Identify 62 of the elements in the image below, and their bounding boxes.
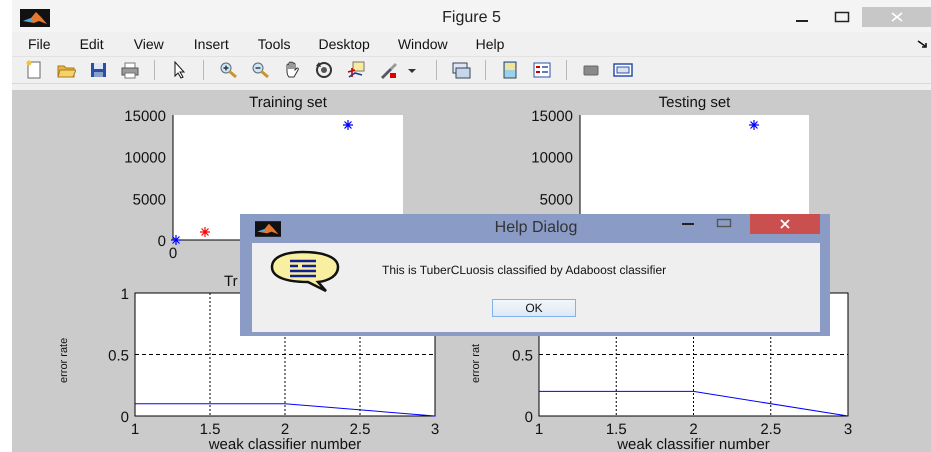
axis-label: error rat <box>470 344 482 383</box>
tick-label: 0 <box>158 233 166 250</box>
tick-label: 0 <box>120 409 129 426</box>
tick-label: 10000 <box>124 150 166 167</box>
plot-title: Training set <box>249 94 327 111</box>
minimize-icon <box>796 20 808 22</box>
dialog-title: Help Dialog <box>494 219 578 237</box>
tick-label: 2.5 <box>350 421 370 438</box>
menu-item[interactable]: Insert <box>178 34 244 54</box>
close-icon <box>778 218 792 230</box>
menu-item[interactable]: Tools <box>244 34 304 54</box>
dock-arrow-icon[interactable] <box>917 39 929 49</box>
tick-label: 0 <box>168 245 178 262</box>
legend-icon[interactable] <box>532 60 552 80</box>
maximize-icon <box>716 218 732 230</box>
tick-label: 2 <box>689 421 698 438</box>
matlab-logo-icon <box>255 220 281 236</box>
menu-item[interactable]: Window <box>384 34 462 54</box>
tick-label: 2 <box>280 421 290 438</box>
rotate-icon[interactable] <box>314 60 334 80</box>
data-cursor-icon[interactable] <box>346 60 366 80</box>
tick-label: 1.5 <box>606 421 627 438</box>
tick-label: 2.5 <box>760 421 782 438</box>
tick-label: 1 <box>120 286 129 303</box>
save-icon[interactable] <box>88 60 108 80</box>
axis-label: weak classifier number <box>617 436 770 452</box>
plot-title: Tr <box>224 273 238 290</box>
tick-label: 0.5 <box>512 348 533 364</box>
tick-label: 1.5 <box>200 421 220 438</box>
tick-label: 15000 <box>531 108 573 125</box>
close-icon <box>890 10 904 24</box>
matlab-logo-icon <box>20 9 50 27</box>
scatter-markers-drawing <box>748 119 760 131</box>
tick-label: 0.5 <box>108 348 129 364</box>
minimize-icon <box>682 223 694 225</box>
plot-title: Testing set <box>658 94 730 111</box>
menu-item[interactable]: View <box>118 34 179 54</box>
menu-item[interactable]: Edit <box>64 34 119 54</box>
close-button[interactable] <box>750 214 820 234</box>
tick-label: 1 <box>130 421 140 438</box>
zoom-in-icon[interactable] <box>218 60 238 80</box>
tick-label: 5000 <box>132 191 166 208</box>
tick-label: 5000 <box>540 191 573 208</box>
menu-item[interactable]: Help <box>462 34 518 54</box>
window-title: Figure 5 <box>442 9 501 27</box>
menu-item[interactable]: Desktop <box>304 34 384 54</box>
maximize-icon <box>834 10 850 24</box>
tick-label: 3 <box>430 421 440 438</box>
zoom-out-icon[interactable] <box>250 60 270 80</box>
menu-item[interactable]: File <box>14 34 65 54</box>
dialog-message: This is TuberCLuosis classified by Adaboost classifier <box>382 263 666 277</box>
tick-label: 0 <box>524 409 533 426</box>
help-bubble-icon <box>268 249 342 293</box>
tick-label: 1 <box>534 421 544 438</box>
print-icon[interactable] <box>120 60 140 80</box>
tick-label: 3 <box>844 421 852 438</box>
linked-plot-icon[interactable] <box>451 60 471 80</box>
tick-label: 15000 <box>124 108 166 125</box>
tick-label: 10000 <box>531 150 573 167</box>
axis-label: weak classifier number <box>208 436 362 452</box>
axis-label: error rate <box>58 338 70 383</box>
ok-button[interactable]: OK <box>492 299 576 317</box>
